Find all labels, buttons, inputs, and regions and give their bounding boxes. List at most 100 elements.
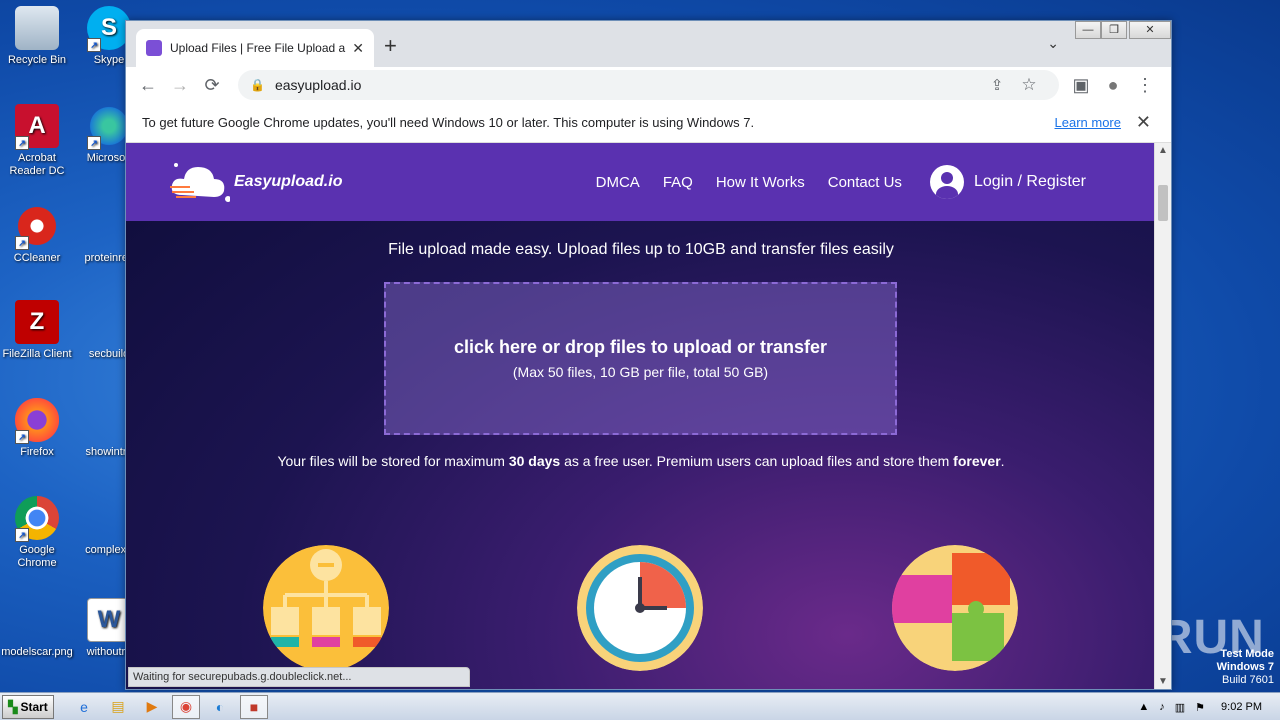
word-glyph: W — [97, 606, 121, 633]
learn-more-link[interactable]: Learn more — [1055, 115, 1121, 130]
back-arrow-icon[interactable]: ← — [134, 71, 162, 99]
desktop-icon-recycle-bin[interactable]: Recycle Bin — [0, 6, 74, 67]
lock-icon[interactable]: 🔒 — [250, 78, 265, 92]
desktop-icon-label: Firefox — [20, 446, 54, 458]
storage-days: 30 days — [508, 453, 561, 469]
desktop-icon-chrome[interactable]: ↗ Google Chrome — [0, 496, 74, 570]
start-button[interactable]: ▚ Start — [2, 694, 54, 719]
nav-links: DMCA FAQ How It Works Contact Us Login /… — [573, 143, 1086, 221]
desktop-icon-acrobat[interactable]: A ↗ Acrobat Reader DC — [0, 104, 74, 178]
site-tagline: File upload made easy. Upload files up t… — [388, 241, 894, 258]
tray-clock[interactable]: 9:02 PM — [1221, 701, 1262, 713]
storage-text-end: . — [1000, 453, 1005, 469]
forward-arrow-icon[interactable]: → — [166, 71, 194, 99]
page-scrollbar[interactable]: ▲ ▼ — [1154, 143, 1171, 689]
new-tab-button[interactable]: + — [384, 33, 397, 59]
taskbar-app-icon[interactable]: ■ — [240, 694, 268, 719]
desktop-icon-label: FileZilla Client — [2, 348, 72, 360]
desktop-icon-modelscar[interactable]: modelscar.png — [0, 598, 74, 659]
build-line: Build 7601 — [1222, 674, 1274, 686]
desktop-icon-label: Acrobat Reader DC — [9, 152, 65, 177]
login-register-link[interactable]: Login / Register — [974, 173, 1086, 191]
storage-text-start: Your files will be stored for maximum — [277, 453, 509, 469]
shortcut-arrow-icon: ↗ — [87, 38, 101, 52]
desktop-icon-label: Google Chrome — [17, 544, 57, 569]
tab-search-icon[interactable]: ⌄ — [1047, 35, 1059, 52]
chrome-icon: ↗ — [15, 496, 59, 542]
file-drop-zone[interactable]: click here or drop files to upload or tr… — [384, 282, 897, 435]
skype-glyph: S — [100, 14, 117, 41]
windows-logo-icon: ▚ — [8, 699, 18, 714]
clock-illustration — [577, 545, 703, 671]
logo-text: Easyupload.io — [234, 173, 343, 190]
acrobat-icon: A ↗ — [15, 104, 59, 150]
system-tray: ▲ ♪ ▥ ⚑ 9:02 PM — [1120, 693, 1280, 720]
image-file-icon — [15, 598, 59, 642]
storage-text-middle: as a free user. Premium users can upload… — [560, 453, 954, 469]
profile-icon[interactable]: ● — [1099, 71, 1127, 99]
share-icon[interactable]: ⇪ — [983, 71, 1011, 99]
status-bubble: Waiting for securepubads.g.doubleclick.n… — [128, 667, 470, 687]
close-window-button[interactable]: ✕ — [1129, 21, 1171, 39]
nav-dmca[interactable]: DMCA — [596, 174, 640, 191]
easyupload-favicon-icon — [146, 40, 162, 56]
tray-expand-icon[interactable]: ▲ — [1138, 701, 1149, 713]
filezilla-glyph: Z — [29, 308, 45, 335]
reload-icon[interactable]: ⟳ — [198, 71, 226, 99]
desktop-icon-label: modelscar.png — [1, 646, 73, 658]
desktop-icon-ccleaner[interactable]: ↗ CCleaner — [0, 204, 74, 265]
site-logo[interactable]: Easyupload.io — [168, 159, 342, 205]
organize-files-illustration — [263, 545, 389, 671]
ccleaner-icon: ↗ — [15, 204, 59, 250]
taskbar-media-player-icon[interactable]: ▶ — [138, 695, 166, 719]
test-mode-notice: Test Mode Windows 7 Build 7601 — [1217, 648, 1274, 687]
browser-toolbar: ← → ⟳ 🔒 easyupload.io ⇪ ☆ ▣ ● ⋮ — [126, 67, 1171, 103]
infobar-close-icon[interactable]: ✕ — [1136, 112, 1151, 133]
start-label: Start — [20, 699, 48, 714]
chrome-window: Upload Files | Free File Upload and T ✕ … — [125, 20, 1172, 690]
cloud-logo-icon — [170, 163, 230, 202]
desktop-icon-firefox[interactable]: ↗ Firefox — [0, 398, 74, 459]
url-text[interactable]: easyupload.io — [275, 77, 983, 93]
drop-zone-limits: (Max 50 files, 10 GB per file, total 50 … — [512, 364, 769, 380]
tab-strip: Upload Files | Free File Upload and T ✕ … — [126, 21, 1171, 67]
taskbar-chrome-icon[interactable]: ◉ — [172, 694, 200, 719]
firefox-icon: ↗ — [15, 398, 59, 444]
scroll-up-arrow-icon[interactable]: ▲ — [1158, 145, 1168, 156]
nav-how-it-works[interactable]: How It Works — [716, 174, 805, 191]
tray-network-icon[interactable]: ▥ — [1175, 701, 1185, 714]
windows-taskbar: ▚ Start e ▤ ▶ ◉ ◐ ■ ▲ ♪ ▥ ⚑ 9:02 PM — [0, 692, 1280, 720]
storage-forever: forever — [953, 453, 1001, 469]
acrobat-glyph: A — [28, 112, 46, 139]
maximize-button[interactable]: ❐ — [1101, 21, 1127, 39]
update-infobar: To get future Google Chrome updates, you… — [126, 103, 1171, 143]
desktop-icon-filezilla[interactable]: Z FileZilla Client — [0, 300, 74, 361]
recycle-bin-icon — [15, 6, 59, 50]
taskbar-edge-icon[interactable]: ◐ — [206, 695, 234, 719]
shortcut-arrow-icon: ↗ — [15, 430, 29, 444]
scroll-down-arrow-icon[interactable]: ▼ — [1158, 676, 1168, 687]
nav-faq[interactable]: FAQ — [663, 174, 693, 191]
tab-upload-files[interactable]: Upload Files | Free File Upload and T ✕ — [136, 29, 374, 67]
chrome-menu-icon[interactable]: ⋮ — [1131, 71, 1159, 99]
taskbar-explorer-icon[interactable]: ▤ — [104, 695, 132, 719]
shortcut-arrow-icon: ↗ — [15, 136, 29, 150]
taskbar-ie-icon[interactable]: e — [70, 695, 98, 719]
user-avatar-icon[interactable] — [929, 165, 964, 199]
bookmark-star-icon[interactable]: ☆ — [1015, 71, 1043, 99]
tab-title: Upload Files | Free File Upload and T — [170, 41, 346, 55]
scrollbar-thumb[interactable] — [1158, 185, 1168, 221]
web-page: Easyupload.io DMCA FAQ How It Works Cont… — [126, 143, 1156, 689]
nav-contact-us[interactable]: Contact Us — [828, 174, 902, 191]
tray-volume-icon[interactable]: ♪ — [1159, 701, 1165, 713]
infobar-message: To get future Google Chrome updates, you… — [142, 115, 755, 130]
address-bar[interactable]: 🔒 easyupload.io ⇪ ☆ — [238, 70, 1059, 100]
tray-flag-icon[interactable]: ⚑ — [1195, 701, 1205, 714]
desktop: Recycle Bin A ↗ Acrobat Reader DC ↗ CClea… — [0, 0, 1280, 692]
tab-close-icon[interactable]: ✕ — [352, 40, 364, 57]
minimize-button[interactable]: — — [1075, 21, 1101, 39]
side-panel-icon[interactable]: ▣ — [1067, 71, 1095, 99]
desktop-icon-label: CCleaner — [13, 252, 61, 264]
shortcut-arrow-icon: ↗ — [15, 236, 29, 250]
storage-notice: Your files will be stored for maximum 30… — [126, 453, 1156, 469]
